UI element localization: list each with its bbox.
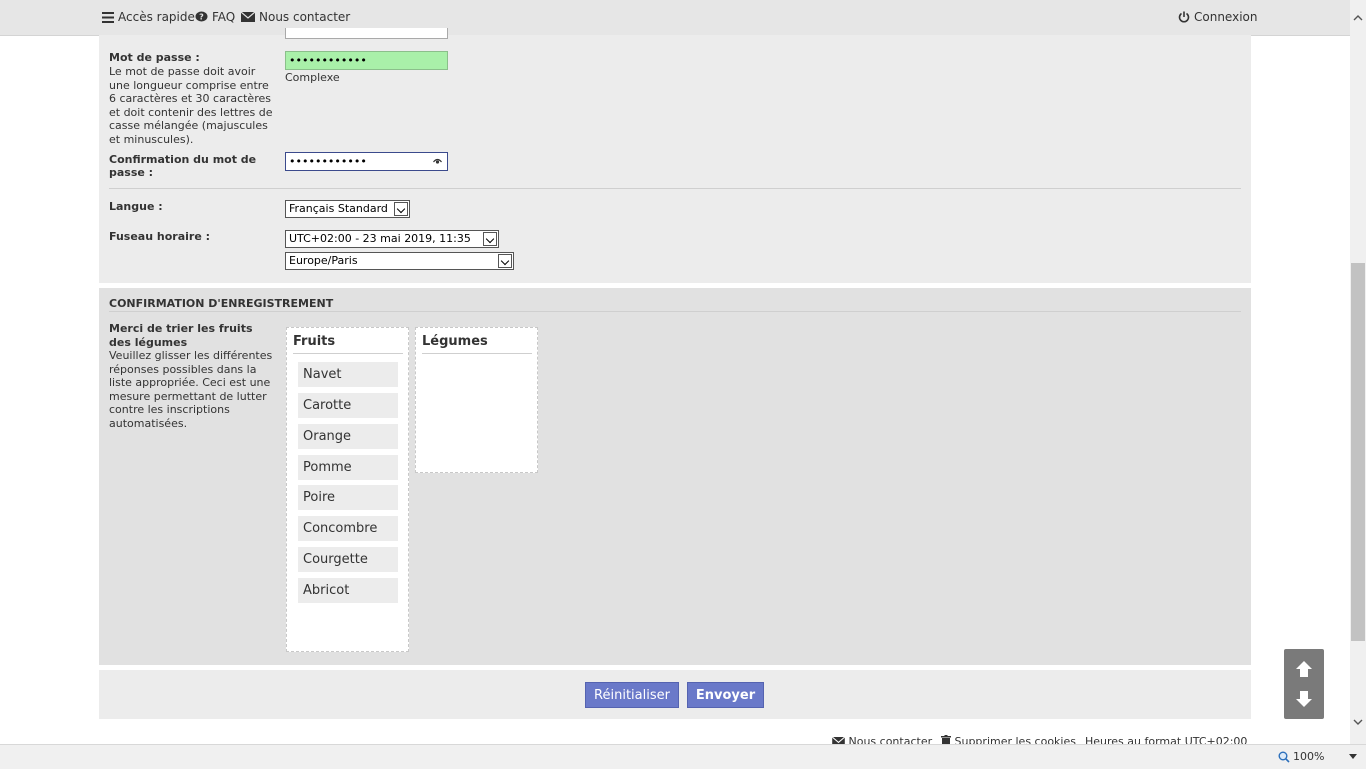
sort-description: Veuillez glisser les différentes réponse…	[109, 349, 273, 430]
zoom-control[interactable]: 100%	[1278, 750, 1358, 763]
chevron-down-icon	[394, 202, 408, 216]
chevron-down-icon	[1349, 754, 1358, 759]
chevron-down-icon	[498, 254, 512, 268]
hamburger-icon	[102, 11, 114, 23]
contact-link[interactable]: Nous contacter	[241, 10, 350, 24]
fruits-heading: Fruits	[293, 334, 403, 354]
sortable-item[interactable]: Navet	[298, 362, 398, 387]
timezone-value: UTC+02:00 - 23 mai 2019, 11:35	[289, 232, 471, 245]
power-icon	[1178, 11, 1190, 23]
sortable-item[interactable]: Abricot	[298, 578, 398, 603]
timezone-label: Fuseau horaire :	[109, 230, 211, 243]
language-select[interactable]: Français Standard	[285, 200, 410, 218]
timezone-select[interactable]: UTC+02:00 - 23 mai 2019, 11:35	[285, 230, 499, 248]
top-navbar: Accès rapide ? FAQ Nous contacter Connex…	[0, 0, 1350, 36]
arrow-down-icon[interactable]	[1295, 690, 1313, 708]
confirm-password-field[interactable]: ••••••••••••	[285, 152, 448, 171]
sort-question: Merci de trier les fruits des légumes	[109, 322, 253, 349]
quick-access-label: Accès rapide	[118, 10, 195, 24]
password-description: Le mot de passe doit avoir une longueur …	[109, 65, 273, 146]
divider	[109, 188, 1241, 189]
fruits-dropzone[interactable]: Fruits Navet Carotte Orange Pomme Poire …	[286, 327, 409, 652]
confirmation-title: CONFIRMATION D'ENREGISTREMENT	[109, 297, 334, 310]
faq-label: FAQ	[212, 10, 236, 24]
timezone-region-value: Europe/Paris	[289, 254, 358, 267]
sortable-item[interactable]: Poire	[298, 485, 398, 510]
vertical-scrollbar[interactable]	[1350, 0, 1366, 744]
login-label: Connexion	[1194, 10, 1258, 24]
scroll-nav-widget	[1284, 649, 1324, 719]
browser-status-bar: 100%	[0, 744, 1366, 769]
sortable-item[interactable]: Carotte	[298, 393, 398, 418]
divider	[109, 311, 1241, 312]
contact-label: Nous contacter	[259, 10, 351, 24]
login-link[interactable]: Connexion	[1178, 10, 1258, 24]
confirm-password-label: Confirmation du mot de passe :	[109, 153, 257, 179]
language-label: Langue :	[109, 200, 163, 213]
scrollbar-thumb[interactable]	[1351, 263, 1365, 641]
zoom-value: 100%	[1293, 750, 1325, 763]
vegetables-heading: Légumes	[422, 334, 532, 354]
password-field[interactable]: ••••••••••••	[285, 51, 448, 70]
confirm-password-value: ••••••••••••	[289, 155, 367, 168]
arrow-up-icon[interactable]	[1295, 660, 1313, 678]
sortable-item[interactable]: Orange	[298, 424, 398, 449]
submit-button[interactable]: Envoyer	[687, 682, 764, 708]
show-password-icon[interactable]	[433, 158, 442, 165]
question-bubble-icon: ?	[195, 11, 208, 22]
language-value: Français Standard	[289, 202, 388, 215]
sortable-item[interactable]: Pomme	[298, 455, 398, 480]
password-strength: Complexe	[285, 71, 340, 84]
faq-link[interactable]: ? FAQ	[195, 10, 235, 24]
quick-access-link[interactable]: Accès rapide	[102, 10, 195, 24]
password-label: Mot de passe :	[109, 51, 200, 64]
vegetables-dropzone[interactable]: Légumes	[415, 327, 538, 473]
sortable-item[interactable]: Courgette	[298, 547, 398, 572]
sortable-item[interactable]: Concombre	[298, 516, 398, 541]
username-field-partial[interactable]	[285, 28, 448, 39]
envelope-icon	[241, 12, 255, 22]
timezone-region-select[interactable]: Europe/Paris	[285, 252, 514, 270]
zoom-icon	[1278, 751, 1290, 763]
reset-button[interactable]: Réinitialiser	[585, 682, 679, 708]
scroll-down-arrow-icon[interactable]	[1353, 719, 1363, 726]
chevron-down-icon	[483, 232, 497, 246]
scroll-up-arrow-icon[interactable]	[1353, 14, 1363, 21]
svg-text:?: ?	[199, 13, 204, 22]
